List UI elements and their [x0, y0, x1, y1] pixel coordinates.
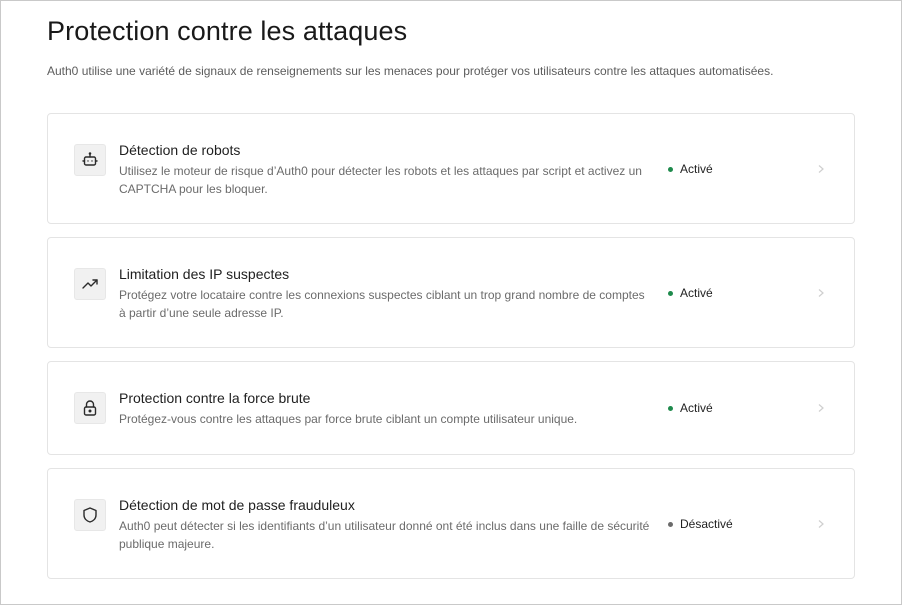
card-description: Auth0 peut détecter si les identifiants … [119, 519, 650, 551]
status-dot [668, 166, 673, 172]
status-dot [668, 290, 673, 296]
chevron-right-icon [818, 165, 824, 173]
status-badge: Désactivé [668, 517, 733, 531]
robot-icon [74, 144, 106, 176]
chevron-right-icon [818, 404, 824, 412]
card-title: Protection contre la force brute [119, 390, 311, 406]
card-title: Limitation des IP suspectes [119, 266, 290, 282]
status-badge: Activé [668, 162, 713, 176]
trending-up-icon [74, 268, 106, 300]
page-title: Protection contre les attaques [47, 16, 408, 46]
status-dot [668, 405, 673, 411]
status-label: Activé [680, 401, 713, 415]
card-description: Protégez-vous contre les attaques par fo… [119, 412, 578, 426]
card-description: Utilisez le moteur de risque d’Auth0 pou… [119, 164, 642, 196]
brute-force-card[interactable]: Protection contre la force brute Protége… [47, 361, 855, 455]
card-description: Protégez votre locataire contre les conn… [119, 288, 645, 320]
bot-detection-card[interactable]: Détection de robots Utilisez le moteur d… [47, 113, 855, 224]
status-label: Activé [680, 162, 713, 176]
status-label: Désactivé [680, 517, 733, 531]
status-badge: Activé [668, 286, 713, 300]
page-subtitle: Auth0 utilise une variété de signaux de … [47, 64, 774, 78]
breached-password-card[interactable]: Détection de mot de passe frauduleux Aut… [47, 468, 855, 579]
card-title: Détection de robots [119, 142, 241, 158]
status-badge: Activé [668, 401, 713, 415]
status-label: Activé [680, 286, 713, 300]
attack-protection-page: Protection contre les attaques Auth0 uti… [0, 0, 902, 605]
chevron-right-icon [818, 520, 824, 528]
status-dot [668, 521, 673, 527]
chevron-right-icon [818, 289, 824, 297]
lock-icon [74, 392, 106, 424]
shield-icon [74, 499, 106, 531]
suspicious-ip-card[interactable]: Limitation des IP suspectes Protégez vot… [47, 237, 855, 348]
card-title: Détection de mot de passe frauduleux [119, 497, 355, 513]
